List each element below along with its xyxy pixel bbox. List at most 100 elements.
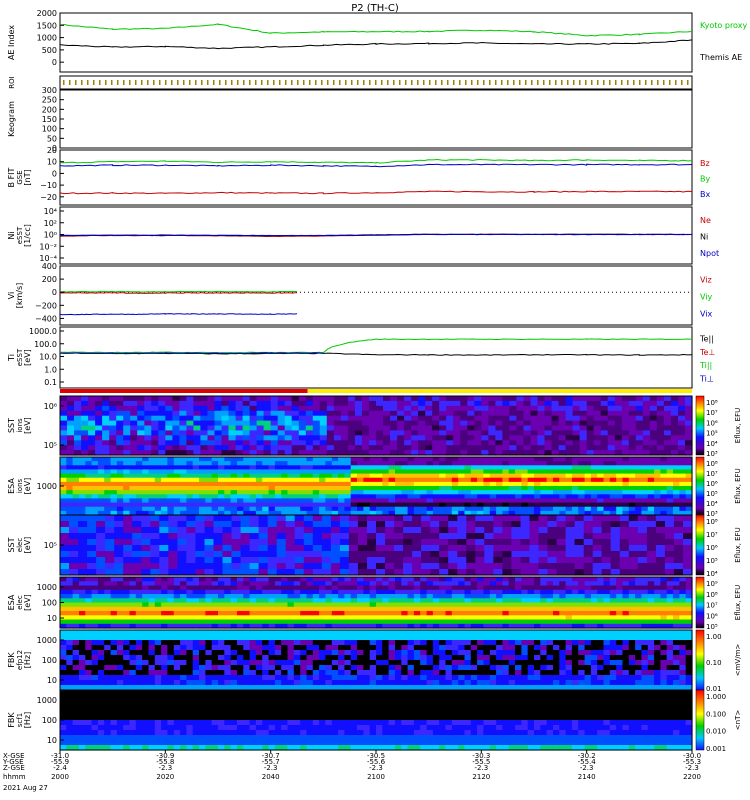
spectrogram-cell bbox=[116, 577, 124, 582]
spectrogram-cell bbox=[60, 425, 68, 431]
spectrogram-cell bbox=[367, 545, 377, 552]
spectrogram-cell bbox=[249, 435, 258, 441]
spectrogram-cell bbox=[243, 606, 251, 612]
spectrogram-cell bbox=[221, 396, 230, 402]
spectrogram-cell bbox=[565, 396, 574, 402]
spectrogram-cell bbox=[516, 400, 524, 407]
spectrogram-cell bbox=[369, 606, 377, 612]
y-tick-label: 1000 bbox=[37, 34, 57, 43]
spectrogram-cell bbox=[348, 557, 359, 564]
spectrogram-cell bbox=[420, 473, 428, 479]
spectrogram-cell bbox=[369, 494, 377, 499]
spectrogram-cell bbox=[382, 619, 390, 625]
spectrogram-cell bbox=[312, 577, 320, 582]
spectrogram-cell bbox=[574, 527, 585, 534]
spectrogram-cell bbox=[199, 602, 206, 608]
spectrogram-cell bbox=[385, 539, 395, 546]
spectrogram-cell bbox=[303, 521, 314, 528]
spectrogram-cell bbox=[635, 602, 642, 608]
spectrogram-cell bbox=[167, 680, 175, 686]
spectrogram-cell bbox=[521, 615, 529, 621]
spectrogram-cell bbox=[186, 515, 196, 522]
spectrogram-cell bbox=[114, 545, 124, 552]
spectrogram-cell bbox=[547, 545, 558, 552]
spectrogram-cell bbox=[204, 551, 215, 558]
spectrogram-cell bbox=[647, 619, 655, 625]
spectrogram-cell bbox=[673, 473, 680, 479]
spectrogram-cell bbox=[195, 545, 205, 552]
spectrogram-cell bbox=[540, 577, 548, 582]
spectrogram-cell bbox=[489, 457, 497, 462]
spectrogram-cell bbox=[670, 420, 679, 427]
spectrogram-cell bbox=[483, 589, 491, 595]
spectrogram-cell bbox=[154, 619, 162, 625]
spectrogram-cell bbox=[590, 602, 598, 608]
spectrogram-cell bbox=[601, 515, 612, 522]
spectrogram-cell bbox=[616, 461, 624, 466]
spectrogram-cell bbox=[572, 425, 581, 431]
spectrogram-cell bbox=[180, 675, 187, 681]
spectrogram-cell bbox=[326, 430, 335, 436]
spectrogram-cell bbox=[110, 619, 118, 625]
spectrogram-cell bbox=[432, 581, 440, 587]
spectrogram-cell bbox=[621, 396, 630, 402]
spectrogram-cell bbox=[135, 465, 143, 470]
spectrogram-cell bbox=[678, 400, 686, 407]
spectrogram-cell bbox=[458, 469, 466, 475]
spectrogram-cell bbox=[330, 533, 341, 540]
spectrogram-cell bbox=[530, 425, 539, 431]
spectrogram-cell bbox=[129, 630, 137, 636]
spectrogram-cell bbox=[262, 457, 270, 462]
spectrogram-cell bbox=[470, 457, 478, 462]
spectrogram-cell bbox=[583, 533, 594, 540]
spectrogram-cell bbox=[654, 615, 661, 621]
spectrogram-cell bbox=[523, 430, 532, 436]
spectrogram-cell bbox=[547, 533, 558, 540]
spectrogram-cell bbox=[104, 645, 112, 651]
spectrogram-cell bbox=[281, 615, 289, 621]
spectrogram-cell bbox=[165, 415, 173, 422]
spectrogram-cell bbox=[339, 551, 350, 558]
spectrogram-cell bbox=[614, 430, 623, 436]
spectrogram-cell bbox=[540, 477, 548, 483]
spectrogram-cell bbox=[123, 615, 131, 621]
spectrogram-cell bbox=[85, 655, 93, 661]
spectrogram-cell bbox=[177, 521, 187, 528]
spectrogram-cell bbox=[600, 440, 609, 446]
spectrogram-cell bbox=[284, 415, 293, 422]
spectrogram-cell bbox=[224, 645, 232, 651]
spectrogram-cell bbox=[621, 435, 630, 441]
spectrogram-cell bbox=[466, 533, 476, 540]
spectrogram-cell bbox=[97, 635, 105, 641]
spectrogram-cell bbox=[597, 506, 605, 512]
spectrogram-cell bbox=[474, 400, 482, 407]
spectrogram-cell bbox=[325, 465, 333, 470]
spectrogram-cell bbox=[74, 435, 82, 441]
spectrogram-cell bbox=[154, 594, 162, 599]
roi-marker bbox=[393, 80, 395, 85]
spectrogram-cell bbox=[325, 461, 333, 466]
spectrogram-cell bbox=[142, 602, 150, 608]
spectrogram-cell bbox=[496, 619, 503, 625]
spectrogram-cell bbox=[224, 506, 232, 512]
spectrogram-cell bbox=[395, 473, 402, 479]
spectrogram-cell bbox=[224, 655, 232, 661]
spectrogram-cell bbox=[496, 498, 503, 504]
spectrogram-cell bbox=[331, 473, 339, 479]
spectrogram-cell bbox=[666, 457, 674, 462]
spectrogram-cell bbox=[654, 486, 661, 491]
spectrogram-cell bbox=[129, 457, 137, 462]
spectrogram-cell bbox=[300, 477, 308, 483]
spectrogram-cell bbox=[179, 405, 187, 412]
spectrogram-cell bbox=[224, 630, 232, 636]
colorbar-label: Eflux, EFU bbox=[734, 585, 742, 620]
spectrogram-cell bbox=[186, 563, 196, 570]
spectrogram-cell bbox=[521, 611, 529, 616]
spectrogram-cell bbox=[228, 440, 237, 446]
spectrogram-cell bbox=[538, 545, 549, 552]
spectrogram-cell bbox=[430, 515, 440, 522]
spectrogram-cell bbox=[180, 581, 187, 587]
spectrogram-cell bbox=[97, 469, 105, 475]
spectrogram-cell bbox=[319, 420, 328, 427]
spectrogram-cell bbox=[537, 445, 546, 451]
